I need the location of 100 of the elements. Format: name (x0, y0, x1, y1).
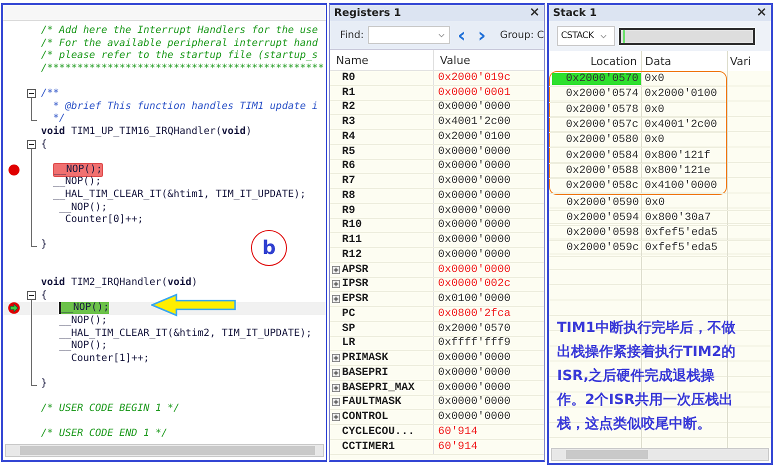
find-field[interactable] (368, 26, 450, 44)
register-value: 0x0000'0000 (438, 352, 511, 364)
stack-data: 0x800'121f (644, 150, 711, 162)
stack-location: 0x2000'0598 (565, 227, 640, 240)
register-value: 0x0000'0000 (438, 146, 511, 158)
register-value: 0x0800'2fca (438, 308, 511, 320)
find-label: Find: (340, 30, 364, 40)
register-name: R12 (342, 248, 362, 261)
register-name: SP (342, 322, 356, 335)
stack-select[interactable]: CSTACK (557, 26, 615, 46)
register-value: 0x0100'0000 (438, 293, 511, 306)
code-line: __NOP(); (59, 340, 108, 352)
register-value: 0xffff'fff9 (438, 337, 511, 350)
group-label: Group: C (500, 30, 544, 40)
code-line: } (41, 239, 48, 252)
horizontal-scrollbar[interactable] (551, 448, 769, 461)
code-comment: /* USER CODE BEGIN 1 */ (41, 403, 180, 416)
code-line: __HAL_TIM_CLEAR_IT(&htim2, TIM_IT_UPDATE); (59, 328, 312, 340)
register-name: R4 (342, 130, 356, 143)
stack-data: 0x800'121e (644, 164, 711, 177)
code-line: __NOP(); (53, 176, 102, 188)
register-name: R8 (342, 190, 356, 202)
annotation-circle: b (251, 230, 287, 266)
code-comment: /** (41, 88, 60, 100)
register-name: R3 (342, 116, 356, 128)
arrow-icon (151, 293, 237, 318)
register-value: 0x2000'0570 (438, 322, 511, 335)
collapse-icon[interactable] (27, 89, 36, 98)
close-button[interactable]: × (529, 6, 540, 20)
collapse-icon[interactable] (27, 140, 36, 149)
register-name: R2 (342, 101, 356, 114)
stack-location: 0x2000'0588 (564, 164, 640, 177)
register-value: 0x2000'0100 (438, 130, 511, 143)
stack-location: 0x2000'059c (565, 242, 640, 254)
expand-icon[interactable] (332, 280, 340, 288)
expand-icon[interactable] (332, 413, 340, 422)
stack-location: 0x2000'0590 (565, 196, 640, 209)
horizontal-scrollbar[interactable] (5, 444, 324, 457)
breakpoint-icon[interactable] (8, 164, 20, 176)
stack-data: 0xfef5'eda5 (645, 227, 718, 240)
column-header[interactable]: Name (330, 50, 434, 70)
code-comment: /* USER CODE END 1 */ (41, 428, 168, 440)
register-name: R7 (342, 175, 356, 188)
stack-data: 0x0 (644, 73, 664, 86)
expand-icon[interactable] (332, 384, 340, 392)
stack-data: 0xfef5'eda5 (645, 242, 718, 254)
register-name: BASEPRI_MAX (342, 382, 415, 394)
register-name: PC (342, 308, 356, 320)
stack-data: 0x0 (644, 134, 664, 146)
register-name: FAULTMASK (342, 396, 402, 408)
register-name: CYCLECOU... (342, 426, 415, 438)
stack-location: 0x2000'0580 (564, 134, 640, 146)
collapse-icon[interactable] (27, 290, 36, 300)
register-value: 0x0000'0000 (438, 396, 511, 408)
close-button[interactable]: × (756, 6, 767, 20)
register-name: R10 (342, 219, 362, 232)
annotation-text: TIM1中断执行完毕后，不做出栈操作紧接着执行TIM2的ISR,之后硬件完成退栈操作。2个ISR共用一次压栈出栈，这点类似咬尾中断。 (557, 318, 736, 434)
column-header[interactable]: Value (434, 50, 544, 70)
code-line: __NOP(); (59, 202, 108, 214)
register-value: 0x0000'0000 (438, 234, 511, 246)
column-header[interactable]: Vari (728, 51, 771, 71)
register-name: APSR (342, 264, 368, 276)
register-name: R0 (342, 72, 356, 84)
stack-location: 0x2000'0570 (552, 73, 640, 86)
code-line: Counter[0]++; (65, 214, 144, 226)
register-name: LR (342, 337, 356, 350)
register-value: 0x0000'0000 (438, 366, 511, 379)
register-value: 60'914 (438, 440, 478, 453)
expand-icon[interactable] (332, 266, 340, 274)
register-value: 0x0000'002c (438, 278, 511, 290)
code-line: { (41, 290, 48, 302)
dropdown-icon (438, 33, 445, 38)
stack-location: 0x2000'058c (564, 180, 640, 192)
register-value: 0x0000'0000 (438, 160, 511, 172)
code-line: __HAL_TIM_CLEAR_IT(&htim1, TIM_IT_UPDATE); (53, 189, 306, 202)
stack-location: 0x2000'0584 (564, 150, 640, 162)
stack-location: 0x2000'0594 (565, 212, 640, 224)
expand-icon[interactable] (332, 368, 340, 377)
panel-title: Registers 1 (334, 7, 402, 19)
stack-data: 0x2000'0100 (644, 88, 718, 100)
register-name: CCTIMER1 (342, 440, 395, 453)
expand-icon[interactable] (332, 354, 340, 362)
stack-location: 0x2000'057c (564, 119, 640, 132)
register-name: R6 (342, 160, 356, 172)
code-line: void TIM2_IRQHandler(void) (41, 277, 198, 290)
code-line: __NOP(); (59, 314, 108, 327)
code-comment: /********************************************** (41, 63, 324, 76)
expand-icon[interactable] (332, 295, 340, 304)
register-value: 0x4001'2c00 (438, 116, 511, 128)
register-name: R11 (342, 234, 362, 246)
register-name: IPSR (342, 278, 368, 290)
stack-data: 0x4100'0000 (644, 180, 718, 192)
register-value: 0x2000'019c (438, 72, 511, 84)
register-value: 0x0000'0000 (438, 382, 511, 394)
expand-icon[interactable] (332, 398, 340, 406)
code-line: { (41, 138, 48, 151)
register-value: 60'914 (438, 426, 478, 438)
register-value: 0x0000'0000 (438, 411, 511, 424)
register-value: 0x0000'0000 (438, 101, 511, 114)
register-value: 0x0000'0000 (438, 219, 511, 232)
